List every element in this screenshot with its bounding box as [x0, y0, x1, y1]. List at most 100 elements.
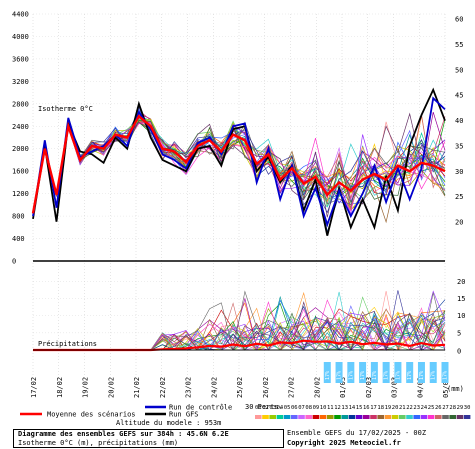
y-left-tick: 400 [12, 235, 25, 243]
member-swatch [384, 415, 392, 419]
member-swatch [334, 415, 341, 419]
probability-label: 17% [395, 371, 401, 380]
member-swatch [305, 415, 312, 419]
member-number: 17 [370, 405, 377, 411]
x-date-label: 19/02 [82, 377, 90, 398]
member-swatch [298, 415, 305, 419]
member-swatch [269, 415, 276, 419]
y-right-tick: 35 [455, 142, 463, 150]
member-number: 23 [413, 405, 420, 411]
y-right-tick: 20 [455, 219, 463, 227]
probability-label: 17% [372, 371, 378, 380]
member-swatch [312, 415, 320, 419]
isotherm-panel-label: Isotherme 0°C [38, 105, 93, 113]
y-left-tick: 4000 [12, 33, 29, 41]
member-swatch [348, 415, 356, 419]
member-number: 22 [406, 405, 413, 411]
member-swatch [327, 415, 334, 419]
member-swatch [456, 415, 464, 419]
chart-title: Diagramme des ensembles GEFS sur 384h : … [18, 430, 229, 438]
precip-tick: 20 [457, 278, 465, 286]
precip-panel-label: Précipitations [38, 340, 97, 348]
member-number: 16 [363, 405, 370, 411]
x-date-label: 28/02 [313, 377, 321, 398]
x-date-label: 24/02 [210, 377, 218, 398]
x-date-label: 17/02 [30, 377, 38, 398]
member-swatch [355, 415, 363, 419]
member-swatch [449, 415, 456, 419]
y-left-tick: 2000 [12, 145, 29, 153]
precip-tick: 10 [457, 312, 465, 320]
y-left-tick: 2800 [12, 100, 29, 108]
member-number: 26 [435, 405, 442, 411]
probability-label: 17% [325, 371, 331, 380]
y-right-tick: 30 [455, 168, 463, 176]
model-altitude-label: Altitude du modele : 953m [116, 419, 221, 427]
run-info: Ensemble GEFS du 17/02/2025 - 00Z [287, 429, 427, 437]
member-swatch [262, 415, 269, 419]
member-number: 10 [320, 405, 327, 411]
x-date-label: 25/02 [236, 377, 244, 398]
y-right-tick: 40 [455, 117, 463, 125]
y-left-tick: 0 [12, 258, 16, 266]
member-swatch [413, 415, 420, 419]
credits: Ensemble GEFS du 17/02/2025 - 00Z Copyri… [287, 428, 426, 448]
y-left-tick: 800 [12, 213, 25, 221]
copyright: Copyright 2025 Meteociel.fr [287, 439, 401, 447]
member-number: 25 [428, 405, 435, 411]
x-date-label: 22/02 [159, 377, 167, 398]
member-swatch [391, 415, 399, 419]
member-swatch [291, 415, 298, 419]
legend-mean-label: Moyenne des scénarios [47, 411, 136, 419]
x-date-label: 23/02 [185, 377, 193, 398]
precip-tick: 0 [457, 348, 461, 356]
probability-label: 17% [431, 371, 437, 380]
y-right-tick: 45 [455, 92, 463, 100]
probability-label: 17% [407, 371, 413, 380]
member-number: 06 [291, 405, 298, 411]
member-number: 07 [298, 405, 305, 411]
member-number: 08 [305, 405, 312, 411]
ensemble-diagram: 4400400036003200280024002000160012008004… [0, 0, 475, 449]
member-swatch [377, 415, 384, 419]
legend-gfs-label: Run GFS [169, 411, 199, 419]
chart-subtitle: Isotherme 0°C (m), précipitations (mm) [18, 439, 179, 447]
member-swatch [363, 415, 370, 419]
member-swatch [255, 415, 262, 419]
unit-label: (mm) [447, 385, 464, 393]
member-number: 28 [449, 405, 456, 411]
x-date-label: 18/02 [56, 377, 64, 398]
member-number: 19 [385, 405, 392, 411]
probability-label: 17% [337, 371, 343, 380]
member-number: 18 [377, 405, 384, 411]
member-swatch [442, 415, 449, 419]
precip-tick: 15 [457, 295, 465, 303]
precip-tick: 5 [457, 329, 461, 337]
member-number: 01 [255, 405, 262, 411]
member-number: 30 [464, 405, 471, 411]
member-number: 03 [269, 405, 276, 411]
member-number: 27 [442, 405, 449, 411]
probability-label: 17% [419, 371, 425, 380]
member-number: 02 [262, 405, 269, 411]
member-swatch [283, 415, 291, 419]
member-number: 15 [356, 405, 363, 411]
member-number: 20 [392, 405, 399, 411]
y-left-tick: 1600 [12, 168, 29, 176]
member-number: 13 [341, 405, 348, 411]
member-swatch [406, 415, 413, 419]
member-swatch [276, 415, 284, 419]
probability-label: 17% [443, 371, 449, 380]
y-right-tick: 25 [455, 193, 463, 201]
x-date-label: 20/02 [107, 377, 115, 398]
member-swatch [435, 415, 442, 419]
x-date-label: 27/02 [288, 377, 296, 398]
y-right-tick: 55 [455, 41, 463, 49]
y-left-tick: 4400 [12, 11, 29, 19]
member-number: 05 [284, 405, 291, 411]
y-left-tick: 1200 [12, 190, 29, 198]
member-number: 12 [334, 405, 341, 411]
member-swatch [319, 415, 327, 419]
member-swatch [463, 415, 471, 419]
member-swatch [427, 415, 435, 419]
